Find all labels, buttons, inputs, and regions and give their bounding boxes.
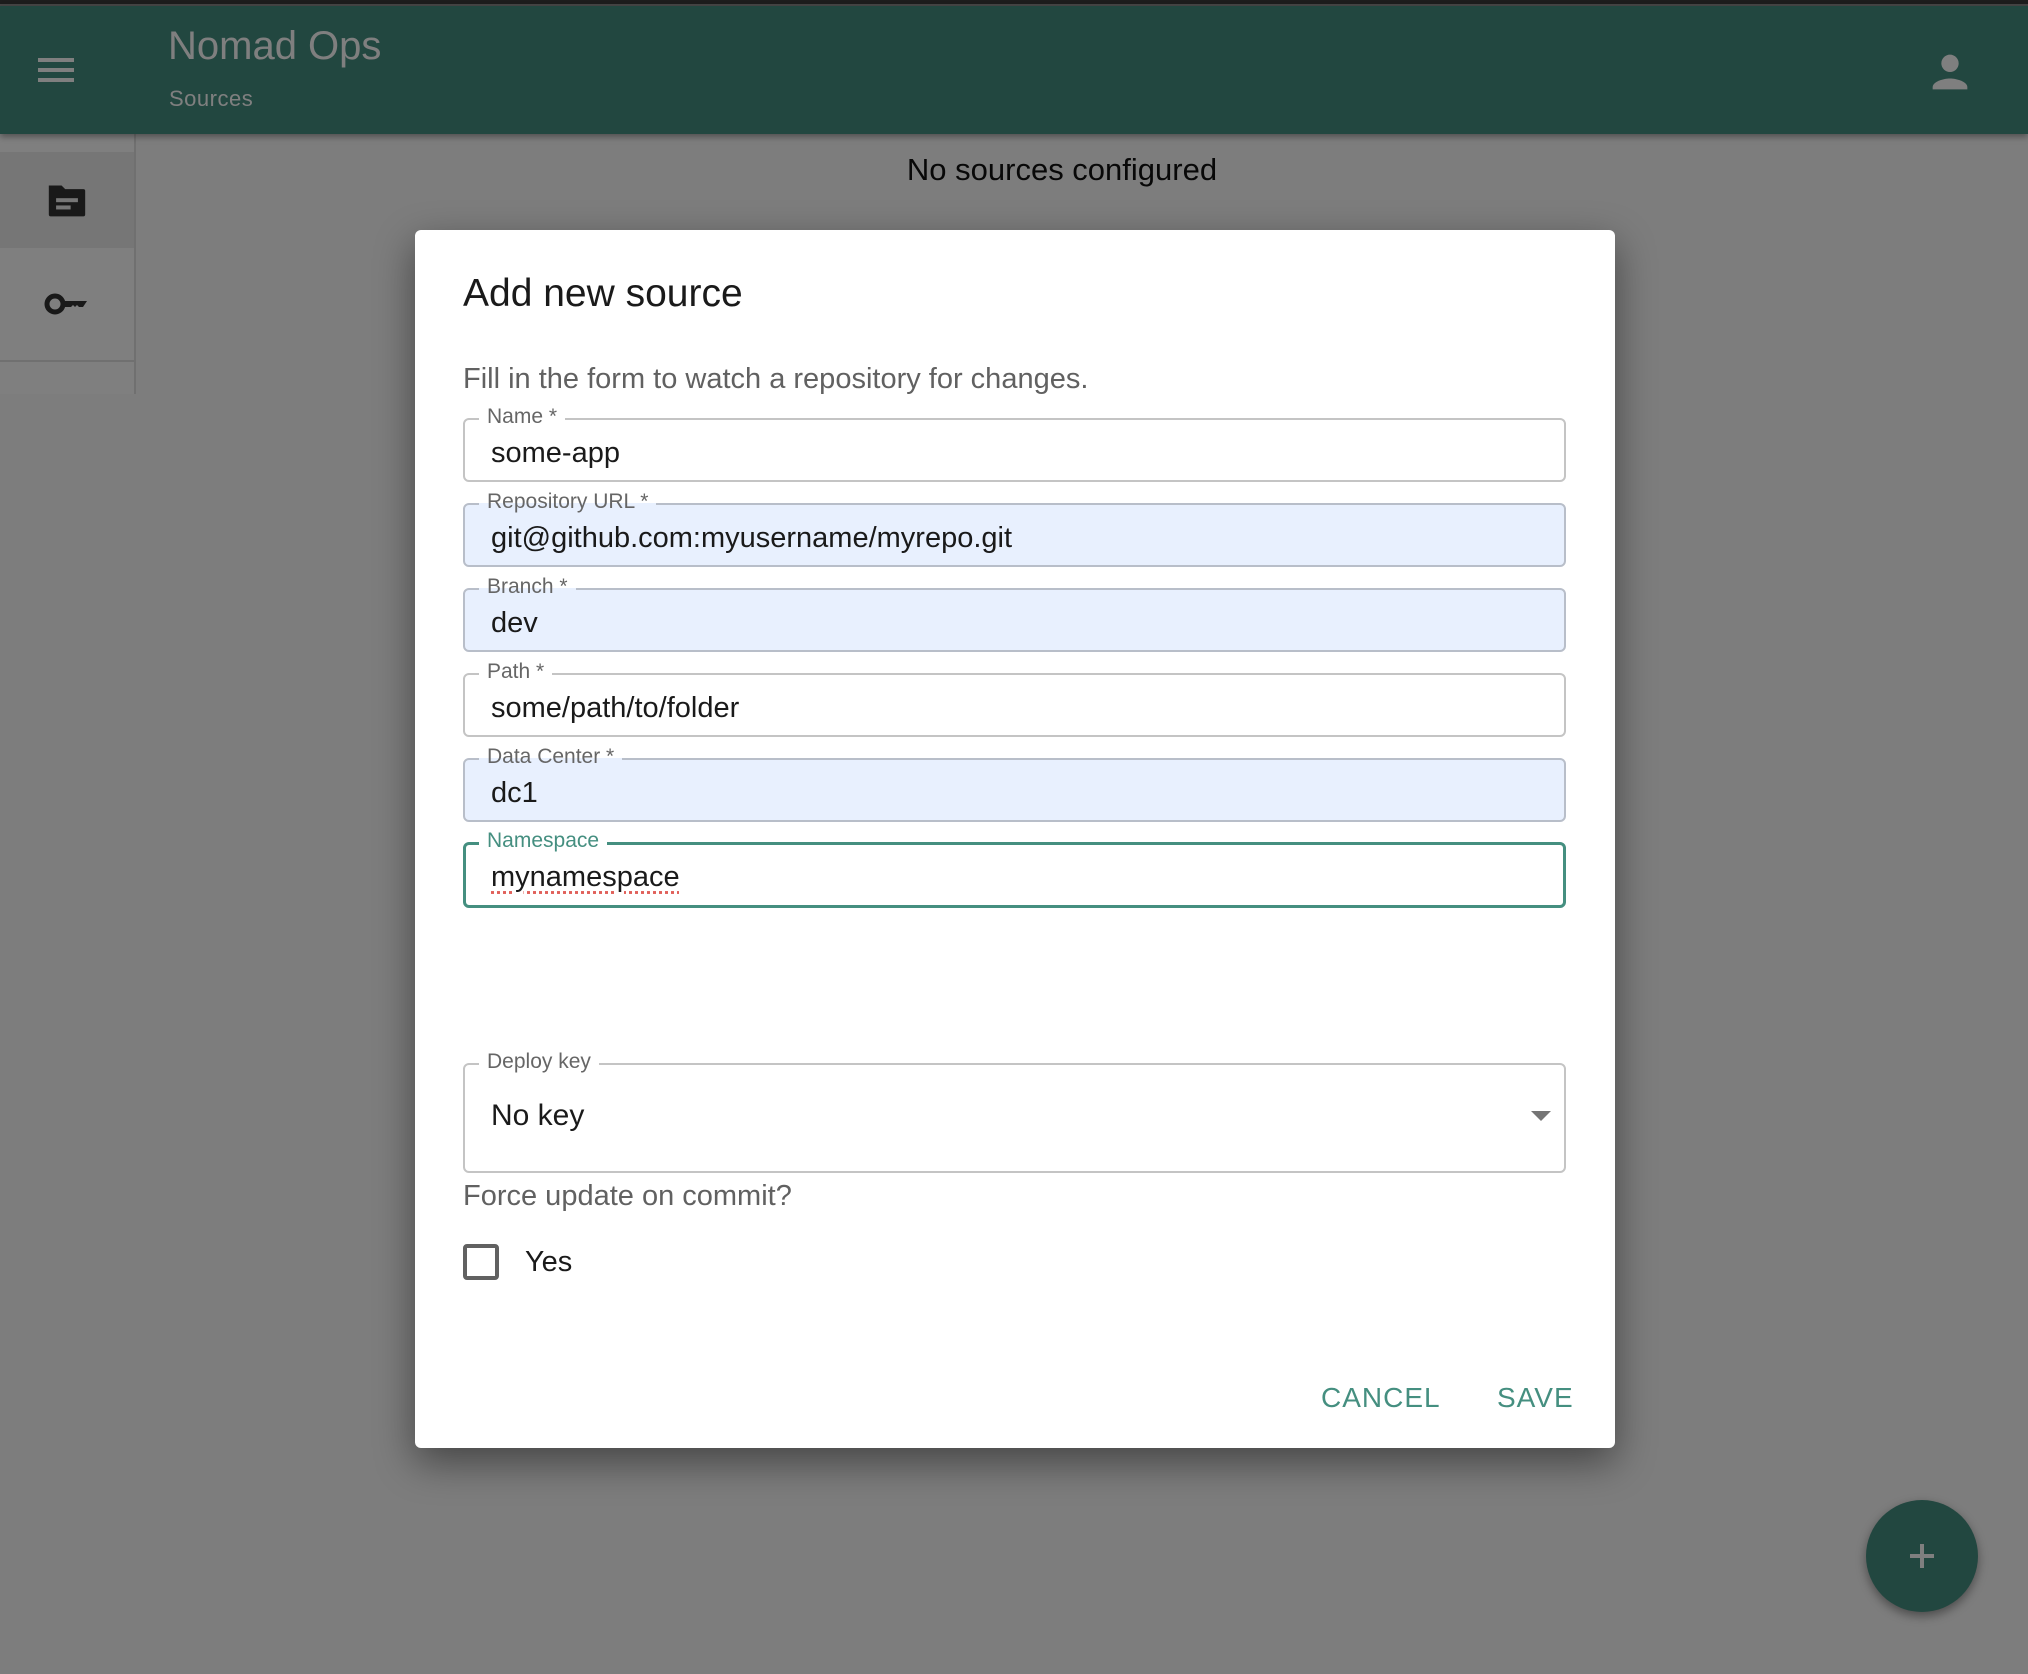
data-center-input[interactable] <box>465 760 1564 820</box>
dropdown-arrow-icon <box>1531 1111 1551 1121</box>
repository-url-field: Repository URL * <box>463 488 1566 567</box>
add-source-dialog: Add new source Fill in the form to watch… <box>415 230 1615 1448</box>
data-center-field: Data Center * <box>463 743 1566 822</box>
repository-url-input[interactable] <box>465 505 1564 565</box>
deploy-key-label: Deploy key <box>479 1048 599 1076</box>
force-update-checkbox[interactable] <box>463 1244 499 1280</box>
name-field: Name * <box>463 403 1566 482</box>
dialog-title: Add new source <box>463 272 743 315</box>
force-update-option[interactable]: Yes <box>463 1242 572 1282</box>
deploy-key-value: No key <box>491 1099 585 1132</box>
force-update-label: Force update on commit? <box>463 1180 792 1212</box>
deploy-key-select[interactable]: Deploy key No key <box>463 1048 1566 1173</box>
save-button[interactable]: SAVE <box>1491 1374 1580 1422</box>
cancel-button[interactable]: CANCEL <box>1315 1374 1447 1422</box>
dialog-description: Fill in the form to watch a repository f… <box>463 363 1089 395</box>
path-field: Path * <box>463 658 1566 737</box>
namespace-input[interactable] <box>466 845 1563 905</box>
branch-input[interactable] <box>465 590 1564 650</box>
force-update-checkbox-label: Yes <box>525 1245 573 1278</box>
path-input[interactable] <box>465 675 1564 735</box>
namespace-field: Namespace <box>463 827 1566 908</box>
name-input[interactable] <box>465 420 1564 480</box>
branch-field: Branch * <box>463 573 1566 652</box>
